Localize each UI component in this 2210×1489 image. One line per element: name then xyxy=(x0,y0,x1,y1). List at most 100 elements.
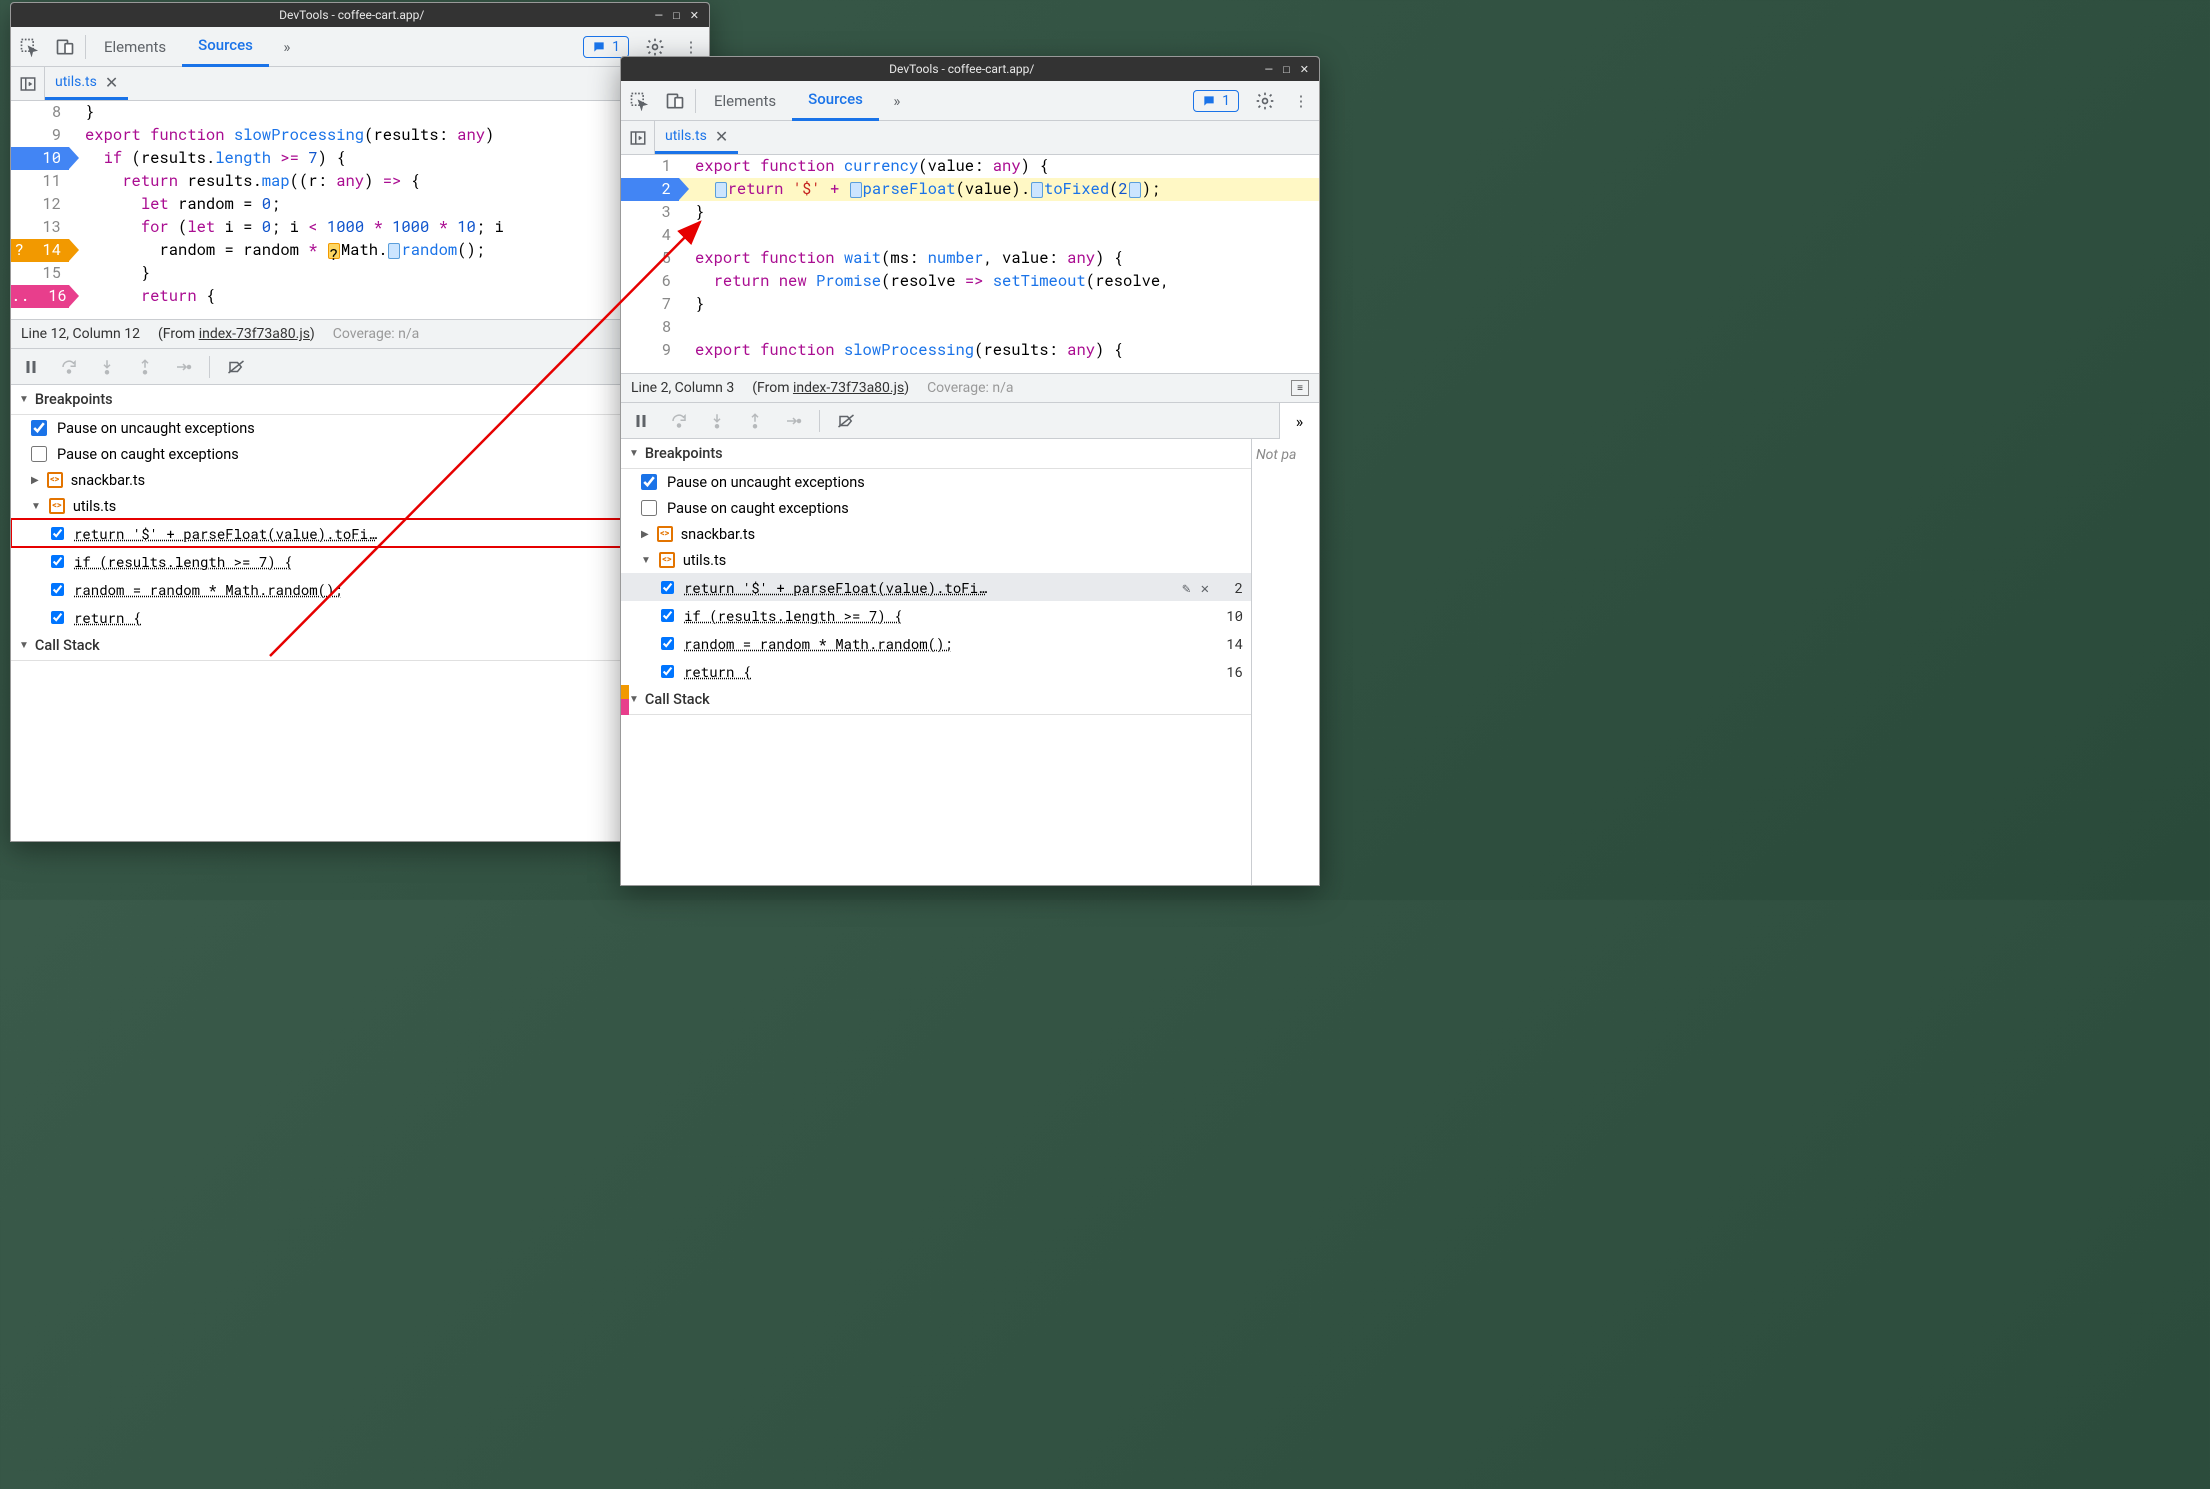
code-line[interactable]: 11 return results.map((r: any) => { xyxy=(11,170,709,193)
device-icon[interactable] xyxy=(657,83,693,119)
code-line[interactable]: 9export function slowProcessing(results:… xyxy=(11,124,709,147)
line-number[interactable]: 10 xyxy=(11,147,69,170)
more-tabs-icon[interactable]: » xyxy=(879,83,915,119)
code-line[interactable]: 9export function slowProcessing(results:… xyxy=(621,339,1319,362)
step-icon[interactable] xyxy=(779,407,807,435)
line-number[interactable]: 1 xyxy=(621,155,679,178)
code-line[interactable]: 3} xyxy=(621,201,1319,224)
close-tab-icon[interactable]: ✕ xyxy=(105,73,118,92)
section-breakpoints[interactable]: ▼Breakpoints xyxy=(621,439,1251,469)
line-number[interactable]: 7 xyxy=(621,293,679,316)
line-number[interactable]: ? 14 xyxy=(11,239,69,262)
code-line[interactable]: 2 return '$' + parseFloat(value).toFixed… xyxy=(621,178,1319,201)
code-line[interactable]: 12 let random = 0; xyxy=(11,193,709,216)
pause-icon[interactable] xyxy=(17,353,45,381)
line-number[interactable]: 12 xyxy=(11,193,69,216)
checkbox[interactable] xyxy=(51,555,64,568)
code-text[interactable]: } xyxy=(679,201,1319,224)
sourcemap-icon[interactable]: ≡ xyxy=(1291,380,1309,396)
breakpoint-row[interactable]: if (results.length >= 7) {10 xyxy=(11,547,709,575)
code-editor[interactable]: 1export function currency(value: any) {2… xyxy=(621,155,1319,373)
code-text[interactable]: export function wait(ms: number, value: … xyxy=(679,247,1319,270)
navigator-toggle-icon[interactable] xyxy=(11,67,45,100)
code-text[interactable]: let random = 0; xyxy=(69,193,709,216)
line-number[interactable]: 4 xyxy=(621,224,679,247)
close-icon[interactable]: ✕ xyxy=(690,9,699,22)
line-number[interactable]: 5 xyxy=(621,247,679,270)
code-text[interactable]: return { xyxy=(69,285,709,308)
section-callstack[interactable]: ▼Call Stack xyxy=(621,685,1251,715)
code-line[interactable]: 4 xyxy=(621,224,1319,247)
checkbox[interactable] xyxy=(661,665,674,678)
minimize-icon[interactable]: — xyxy=(1265,63,1274,76)
code-text[interactable]: if (results.length >= 7) { xyxy=(69,147,709,170)
code-text[interactable]: } xyxy=(69,101,709,124)
code-editor[interactable]: 8}9export function slowProcessing(result… xyxy=(11,101,709,319)
code-text[interactable]: for (let i = 0; i < 1000 * 1000 * 10; i xyxy=(69,216,709,239)
code-text[interactable]: export function slowProcessing(results: … xyxy=(69,124,709,147)
pause-option[interactable]: Pause on uncaught exceptions xyxy=(11,415,709,441)
kebab-icon[interactable]: ⋮ xyxy=(1283,83,1319,119)
line-number[interactable]: 8 xyxy=(621,316,679,339)
tab-sources[interactable]: Sources xyxy=(792,81,879,121)
code-text[interactable]: export function slowProcessing(results: … xyxy=(679,339,1319,362)
pause-icon[interactable] xyxy=(627,407,655,435)
code-line[interactable]: 8 xyxy=(621,316,1319,339)
checkbox[interactable] xyxy=(31,420,47,436)
line-number[interactable]: .. 16 xyxy=(11,285,69,308)
breakpoint-row[interactable]: return '$' + parseFloat(value).toFi…✎✕2 xyxy=(11,519,709,547)
breakpoint-text[interactable]: if (results.length >= 7) { xyxy=(74,552,667,571)
checkbox[interactable] xyxy=(641,474,657,490)
tab-sources[interactable]: Sources xyxy=(182,27,269,67)
checkbox[interactable] xyxy=(641,500,657,516)
source-link[interactable]: index-73f73a80.js xyxy=(199,326,310,342)
breakpoint-row[interactable]: random = random * Math.random();14 xyxy=(11,575,709,603)
file-tab-utils[interactable]: utils.ts ✕ xyxy=(655,121,738,154)
breakpoint-file-group[interactable]: ▼<>utils.ts xyxy=(11,493,709,519)
breakpoint-text[interactable]: return { xyxy=(684,662,1209,681)
maximize-icon[interactable]: □ xyxy=(1283,63,1290,76)
pause-option[interactable]: Pause on caught exceptions xyxy=(621,495,1251,521)
delete-icon[interactable]: ✕ xyxy=(1201,578,1209,597)
inspect-icon[interactable] xyxy=(621,83,657,119)
code-line[interactable]: 5export function wait(ms: number, value:… xyxy=(621,247,1319,270)
breakpoint-row[interactable]: return '$' + parseFloat(value).toFi…✎✕2 xyxy=(621,573,1251,601)
code-line[interactable]: 8} xyxy=(11,101,709,124)
source-link[interactable]: index-73f73a80.js xyxy=(793,380,904,396)
line-number[interactable]: 8 xyxy=(11,101,69,124)
step-over-icon[interactable] xyxy=(665,407,693,435)
titlebar[interactable]: DevTools - coffee-cart.app/ — □ ✕ xyxy=(11,3,709,27)
navigator-toggle-icon[interactable] xyxy=(621,121,655,154)
line-number[interactable]: 15 xyxy=(11,262,69,285)
code-line[interactable]: 1export function currency(value: any) { xyxy=(621,155,1319,178)
code-text[interactable]: return results.map((r: any) => { xyxy=(69,170,709,193)
maximize-icon[interactable]: □ xyxy=(673,9,680,22)
code-text[interactable]: export function currency(value: any) { xyxy=(679,155,1319,178)
code-text[interactable]: random = random * ?Math.random(); xyxy=(69,239,709,262)
line-number[interactable]: 3 xyxy=(621,201,679,224)
pause-option[interactable]: Pause on caught exceptions xyxy=(11,441,709,467)
gear-icon[interactable] xyxy=(1247,83,1283,119)
close-tab-icon[interactable]: ✕ xyxy=(715,127,728,146)
breakpoint-row[interactable]: if (results.length >= 7) {10 xyxy=(621,601,1251,629)
inspect-icon[interactable] xyxy=(11,29,47,65)
step-into-icon[interactable] xyxy=(93,353,121,381)
breakpoint-file-group[interactable]: ▶<>snackbar.ts xyxy=(11,467,709,493)
code-text[interactable]: } xyxy=(69,262,709,285)
more-tabs-icon[interactable]: » xyxy=(269,29,305,65)
messages-chip[interactable]: 1 xyxy=(1193,90,1239,112)
breakpoint-text[interactable]: random = random * Math.random(); xyxy=(684,634,1209,653)
code-line[interactable]: 7} xyxy=(621,293,1319,316)
code-text[interactable] xyxy=(679,316,1319,339)
breakpoint-text[interactable]: random = random * Math.random(); xyxy=(74,580,667,599)
line-number[interactable]: 9 xyxy=(621,339,679,362)
breakpoint-text[interactable]: return '$' + parseFloat(value).toFi… xyxy=(684,578,1172,597)
code-line[interactable]: 6 return new Promise(resolve => setTimeo… xyxy=(621,270,1319,293)
checkbox[interactable] xyxy=(31,446,47,462)
breakpoint-text[interactable]: if (results.length >= 7) { xyxy=(684,606,1209,625)
code-text[interactable] xyxy=(679,224,1319,247)
titlebar[interactable]: DevTools - coffee-cart.app/ — □ ✕ xyxy=(621,57,1319,81)
code-line[interactable]: 10 if (results.length >= 7) { xyxy=(11,147,709,170)
code-text[interactable]: } xyxy=(679,293,1319,316)
section-callstack[interactable]: ▼Call Stack xyxy=(11,631,709,661)
